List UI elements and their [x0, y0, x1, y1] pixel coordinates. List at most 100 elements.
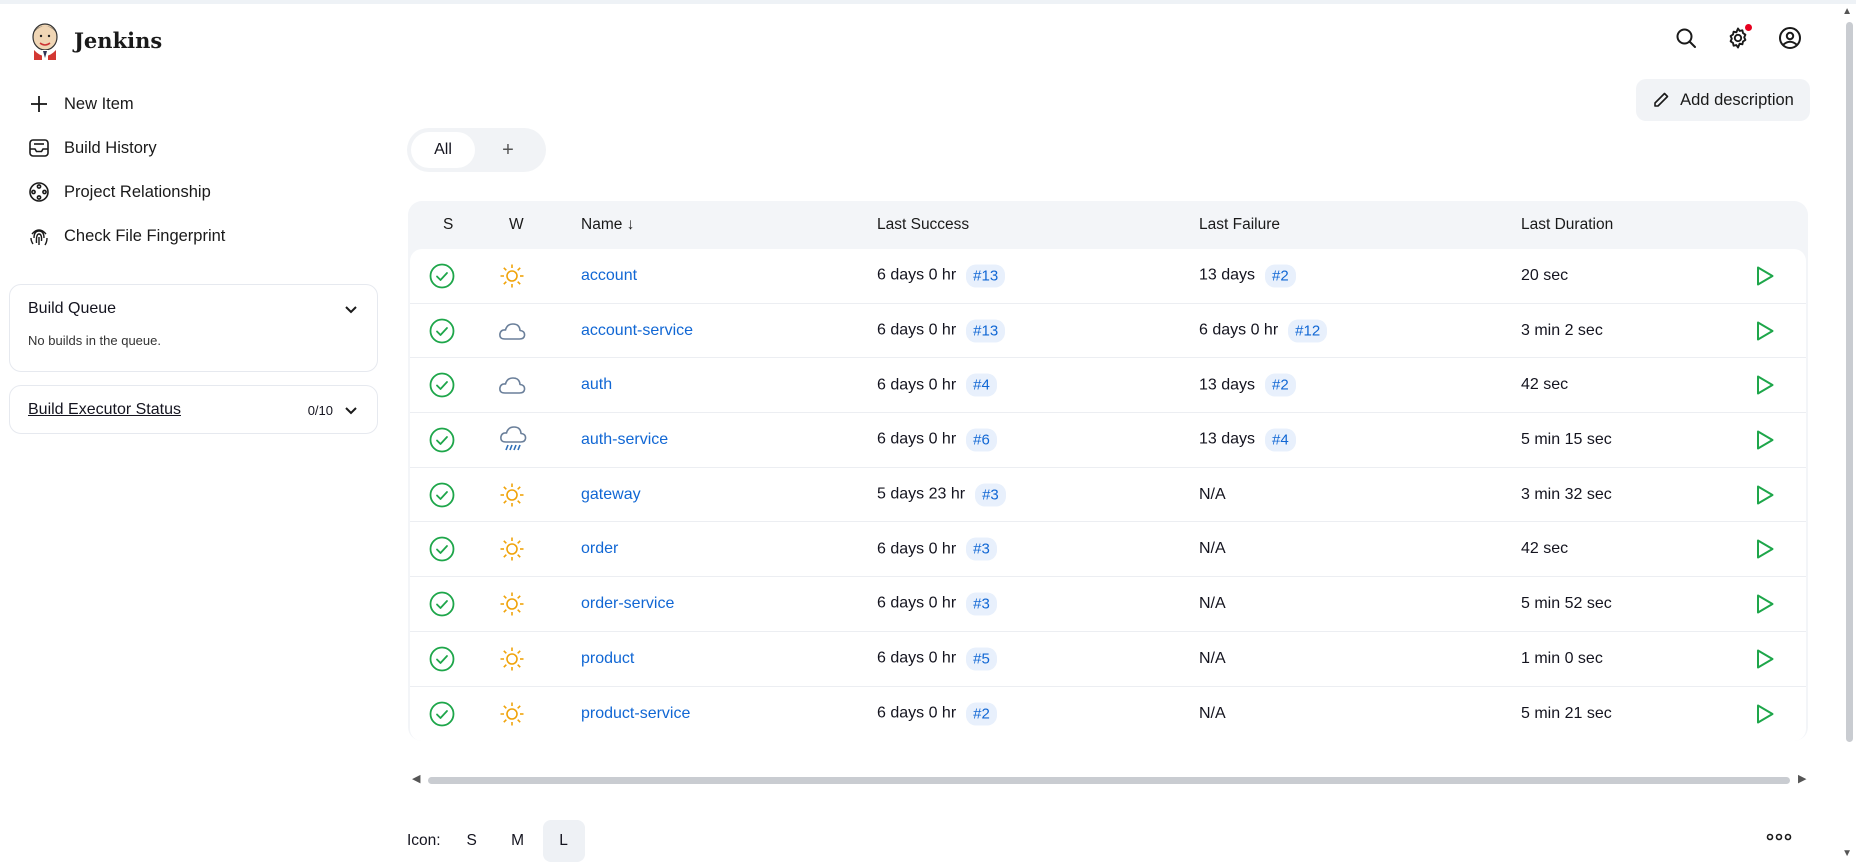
more-options-icon[interactable]: [1766, 832, 1792, 842]
sidebar-item-check-file-fingerprint[interactable]: Check File Fingerprint: [28, 214, 225, 258]
vertical-scrollbar-thumb[interactable]: [1846, 22, 1853, 742]
last-success-build-badge[interactable]: #3: [975, 483, 1006, 507]
chevron-down-icon[interactable]: [343, 301, 359, 317]
tab-all[interactable]: All: [411, 132, 475, 168]
last-success-build-badge[interactable]: #2: [966, 702, 997, 726]
sidebar-item-build-history[interactable]: Build History: [28, 126, 225, 170]
last-success-build-badge[interactable]: #3: [966, 537, 997, 561]
sidebar-item-label: Check File Fingerprint: [64, 226, 226, 245]
build-queue-panel: Build Queue No builds in the queue.: [9, 284, 378, 372]
settings-icon[interactable]: [1726, 24, 1752, 50]
last-failure-cell: 6 days 0 hr #12: [1199, 319, 1328, 343]
weather-sunny-icon: [499, 482, 525, 508]
last-duration: 5 min 15 sec: [1521, 430, 1612, 448]
build-now-play-icon[interactable]: [1755, 648, 1775, 670]
col-name[interactable]: Name ↓: [581, 216, 634, 234]
last-success-build-badge[interactable]: #4: [966, 373, 997, 397]
job-link[interactable]: account-service: [581, 322, 693, 340]
last-failure-time: 13 days: [1199, 430, 1256, 448]
sidebar-nav: New Item Build History Project Relations…: [28, 82, 225, 258]
build-now-play-icon[interactable]: [1755, 429, 1775, 451]
header-actions: [1674, 24, 1802, 50]
table-row: account 6 days 0 hr #13 13 days #2 20 sec: [410, 249, 1806, 304]
col-last-duration[interactable]: Last Duration: [1521, 216, 1613, 234]
build-queue-header[interactable]: Build Queue: [10, 285, 377, 333]
last-failure-build-badge[interactable]: #4: [1265, 428, 1296, 452]
build-now-play-icon[interactable]: [1755, 484, 1775, 506]
add-description-button[interactable]: Add description: [1636, 79, 1810, 121]
sidebar-item-new-item[interactable]: New Item: [28, 82, 225, 126]
user-icon[interactable]: [1778, 26, 1802, 50]
build-now-play-icon[interactable]: [1755, 265, 1775, 287]
last-success-time: 6 days 0 hr: [877, 649, 957, 667]
job-link[interactable]: product: [581, 650, 634, 668]
col-weather[interactable]: W: [509, 216, 524, 234]
job-link[interactable]: order-service: [581, 595, 674, 613]
icon-size-l[interactable]: L: [542, 820, 585, 862]
last-success-build-badge[interactable]: #3: [966, 592, 997, 616]
table-row: product 6 days 0 hr #5 N/A 1 min 0 sec: [410, 632, 1806, 687]
last-failure-time: N/A: [1199, 485, 1226, 503]
last-success-build-badge[interactable]: #13: [966, 264, 1006, 288]
last-duration: 5 min 21 sec: [1521, 704, 1612, 722]
scroll-down-icon[interactable]: ▼: [1842, 848, 1852, 859]
job-link[interactable]: gateway: [581, 486, 641, 504]
jenkins-brand[interactable]: Jenkins: [28, 20, 162, 60]
icon-size-s[interactable]: S: [451, 820, 493, 862]
col-last-failure[interactable]: Last Failure: [1199, 216, 1280, 234]
build-now-play-icon[interactable]: [1755, 593, 1775, 615]
last-failure-time: N/A: [1199, 594, 1226, 612]
table-header: S W Name ↓ Last Success Last Failure Las…: [408, 201, 1808, 249]
last-success-cell: 5 days 23 hr #3: [877, 483, 1006, 507]
last-duration: 20 sec: [1521, 266, 1569, 284]
job-link[interactable]: product-service: [581, 705, 690, 723]
last-failure-cell: 13 days #4: [1199, 428, 1296, 452]
scroll-left-icon[interactable]: ◀: [412, 772, 420, 785]
last-failure-build-badge[interactable]: #2: [1265, 264, 1296, 288]
executor-count-wrap: 0/10: [308, 402, 359, 418]
job-link[interactable]: order: [581, 540, 618, 558]
weather-sunny-icon: [499, 646, 525, 672]
view-tabs: All +: [407, 128, 546, 172]
search-icon[interactable]: [1674, 26, 1698, 50]
tab-add-view[interactable]: +: [475, 132, 541, 168]
build-executor-link[interactable]: Build Executor Status: [28, 401, 181, 419]
scrollbar-thumb[interactable]: [428, 777, 1790, 784]
scroll-right-icon[interactable]: ▶: [1798, 772, 1806, 785]
build-now-play-icon[interactable]: [1755, 538, 1775, 560]
horizontal-scrollbar[interactable]: ◀ ▶: [408, 772, 1808, 788]
col-last-success[interactable]: Last Success: [877, 216, 969, 234]
pencil-icon: [1654, 92, 1669, 107]
last-failure-time: N/A: [1199, 704, 1226, 722]
weather-cloudy-icon: [498, 374, 526, 396]
fingerprint-icon: [30, 229, 48, 246]
build-now-play-icon[interactable]: [1755, 703, 1775, 725]
last-success-time: 6 days 0 hr: [877, 376, 957, 394]
last-success-cell: 6 days 0 hr #2: [877, 702, 997, 726]
job-link[interactable]: auth: [581, 376, 612, 394]
last-success-build-badge[interactable]: #6: [966, 428, 997, 452]
icon-size-selector: Icon: S M L: [407, 820, 585, 862]
last-failure-build-badge[interactable]: #2: [1265, 373, 1296, 397]
build-now-play-icon[interactable]: [1755, 374, 1775, 396]
last-success-build-badge[interactable]: #5: [966, 647, 997, 671]
last-success-build-badge[interactable]: #13: [966, 319, 1006, 343]
chevron-down-icon[interactable]: [343, 402, 359, 418]
icon-size-m[interactable]: M: [497, 820, 539, 862]
success-status-icon: [429, 701, 455, 727]
table-row: auth 6 days 0 hr #4 13 days #2 42 sec: [410, 358, 1806, 414]
job-link[interactable]: account: [581, 267, 637, 285]
vertical-scrollbar[interactable]: [1846, 22, 1854, 742]
jobs-table: S W Name ↓ Last Success Last Failure Las…: [408, 201, 1808, 742]
last-failure-cell: 13 days #2: [1199, 264, 1296, 288]
job-link[interactable]: auth-service: [581, 431, 668, 449]
success-status-icon: [429, 536, 455, 562]
scroll-up-icon[interactable]: ▲: [1842, 6, 1852, 17]
last-success-time: 6 days 0 hr: [877, 266, 957, 284]
last-failure-build-badge[interactable]: #12: [1288, 319, 1328, 343]
build-executor-panel: Build Executor Status 0/10: [9, 385, 378, 434]
sidebar-item-project-relationship[interactable]: Project Relationship: [28, 170, 225, 214]
build-now-play-icon[interactable]: [1755, 320, 1775, 342]
success-status-icon: [429, 263, 455, 289]
col-status[interactable]: S: [443, 216, 453, 234]
